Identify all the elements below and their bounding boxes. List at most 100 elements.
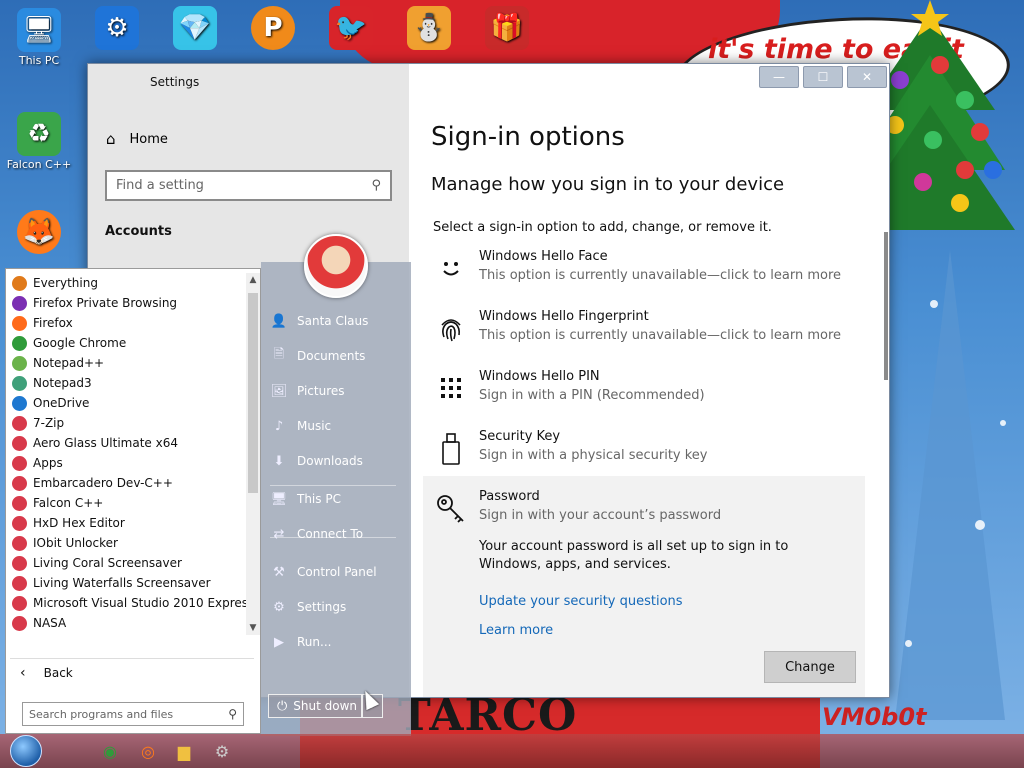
learn-more-link[interactable]: Learn more xyxy=(479,623,553,638)
taskbar: ◉ ◎ ▆ ⚙ xyxy=(0,734,1024,768)
start-link-1[interactable]: 🗎 Documents xyxy=(270,347,366,365)
chevron-left-icon: ‹ xyxy=(20,665,26,681)
update-security-questions-link[interactable]: Update your security questions xyxy=(479,594,683,609)
change-button[interactable]: Change xyxy=(764,651,856,683)
program-label: Living Waterfalls Screensaver xyxy=(33,576,211,590)
gear-icon: ⚙ xyxy=(273,599,285,615)
fingerprint-icon xyxy=(435,313,467,345)
user-avatar[interactable] xyxy=(304,234,368,298)
desktop-icon-settings[interactable]: ⚙ xyxy=(80,6,154,52)
nav-home[interactable]: ⌂ Home xyxy=(106,130,168,148)
program-item[interactable]: OneDrive xyxy=(12,393,244,413)
snowflake xyxy=(930,300,938,308)
start-link-9[interactable]: ▶ Run... xyxy=(270,633,331,651)
program-item[interactable]: Notepad++ xyxy=(12,353,244,373)
program-list-scrollbar[interactable]: ▲ ▼ xyxy=(246,273,260,635)
app-icon xyxy=(12,495,27,511)
option-title: Windows Hello PIN xyxy=(479,369,600,384)
program-item[interactable]: IObit Unlocker xyxy=(12,533,244,553)
program-item[interactable]: Falcon C++ xyxy=(12,493,244,513)
option-hello-fingerprint[interactable]: Windows Hello Fingerprint This option is… xyxy=(431,309,871,361)
start-link-7[interactable]: ⚒ Control Panel xyxy=(270,563,376,581)
user-icon: 👤 xyxy=(270,313,288,329)
find-setting-input[interactable]: Find a setting ⚲ xyxy=(105,170,392,201)
app-icon xyxy=(12,455,27,471)
option-password-panel[interactable]: Password Sign in with your account’s pas… xyxy=(423,476,865,697)
search-programs-input[interactable]: Search programs and files ⚲ xyxy=(22,702,244,726)
program-item[interactable]: HxD Hex Editor xyxy=(12,513,244,533)
scroll-thumb[interactable] xyxy=(248,293,258,493)
start-link-label: Pictures xyxy=(297,384,345,398)
program-label: Microsoft Visual Studio 2010 Express xyxy=(33,596,255,610)
app-icon xyxy=(12,555,27,571)
settings-taskbar-icon[interactable]: ⚙ xyxy=(210,739,234,763)
desktop-icon-firefox[interactable]: 🦊 xyxy=(2,210,76,256)
option-title: Password xyxy=(479,489,540,504)
app-icon xyxy=(12,575,27,591)
section-label: Accounts xyxy=(105,224,172,239)
close-button[interactable]: ✕ xyxy=(847,66,887,88)
start-link-5[interactable]: 🖥 This PC xyxy=(270,490,341,508)
start-link-4[interactable]: ⬇ Downloads xyxy=(270,452,363,470)
desktop-icon-pegging[interactable]: P xyxy=(236,6,310,52)
minimize-button[interactable]: — xyxy=(759,66,799,88)
program-item[interactable]: 7-Zip xyxy=(12,413,244,433)
desktop-icon-diamond[interactable]: 💎 xyxy=(158,6,232,52)
program-item[interactable]: Microsoft Visual Studio 2010 Express xyxy=(12,593,254,613)
program-item[interactable]: Apps xyxy=(12,453,244,473)
snowflake xyxy=(1000,420,1006,426)
program-list: Everything Firefox Private Browsing Firefo… xyxy=(12,273,254,633)
program-item[interactable]: Firefox xyxy=(12,313,244,333)
program-item[interactable]: Living Waterfalls Screensaver xyxy=(12,573,244,593)
app-icon xyxy=(12,615,27,631)
downloads-icon: ⬇ xyxy=(273,453,285,469)
program-item[interactable]: Embarcadero Dev-C++ xyxy=(12,473,244,493)
file-explorer-icon[interactable]: ▆ xyxy=(172,739,196,763)
content-scrollbar[interactable] xyxy=(884,232,888,380)
option-password[interactable]: Password Sign in with your account’s pas… xyxy=(431,489,871,533)
desktop-icon-snowman[interactable]: ⛄ xyxy=(392,6,466,52)
program-item[interactable]: Notepad3 xyxy=(12,373,244,393)
start-link-8[interactable]: ⚙ Settings xyxy=(270,598,346,616)
scroll-up-icon[interactable]: ▲ xyxy=(246,273,260,287)
option-security-key[interactable]: Security Key Sign in with a physical sec… xyxy=(431,429,871,481)
program-label: Firefox Private Browsing xyxy=(33,296,178,310)
start-link-6[interactable]: ⇄ Connect To xyxy=(270,525,364,543)
program-item[interactable]: Aero Glass Ultimate x64 xyxy=(12,433,244,453)
page-subtitle: Manage how you sign in to your device xyxy=(431,174,785,195)
app-icon xyxy=(12,335,27,351)
back-label: Back xyxy=(43,666,73,680)
scroll-down-icon[interactable]: ▼ xyxy=(246,621,260,635)
maximize-button[interactable]: ☐ xyxy=(803,66,843,88)
desktop-icon-extras[interactable]: 🎁 xyxy=(470,6,544,52)
program-item[interactable]: Firefox Private Browsing xyxy=(12,293,244,313)
program-item[interactable]: Everything xyxy=(12,273,244,293)
app-icon xyxy=(12,475,27,491)
program-item[interactable]: Google Chrome xyxy=(12,333,244,353)
start-menu: Everything Firefox Private Browsing Firefo… xyxy=(5,234,411,736)
desktop-icon-falcon[interactable]: ♻ Falcon C++ xyxy=(2,112,76,171)
shutdown-button[interactable]: ⏻ Shut down xyxy=(268,694,362,718)
connect-icon: ⇄ xyxy=(273,526,285,542)
desktop-icon-youtube[interactable]: 🐦 xyxy=(314,6,388,52)
firefox-icon[interactable]: ◎ xyxy=(136,739,160,763)
p-logo-icon: P xyxy=(251,6,295,50)
start-link-label: Music xyxy=(297,419,332,433)
program-label: OneDrive xyxy=(33,396,90,410)
start-link-0[interactable]: 👤 Santa Claus xyxy=(270,312,368,330)
option-hello-pin[interactable]: Windows Hello PIN Sign in with a PIN (Re… xyxy=(431,369,871,421)
option-hello-face[interactable]: Windows Hello Face This option is curren… xyxy=(431,249,871,301)
computer-icon: 🖥 xyxy=(270,491,288,507)
program-item[interactable]: NASA xyxy=(12,613,244,633)
settings-content-pane: Sign-in options Manage how you sign in t… xyxy=(409,64,889,697)
start-button[interactable] xyxy=(10,735,42,767)
start-link-3[interactable]: ♪ Music xyxy=(270,417,331,435)
program-label: Notepad3 xyxy=(33,376,92,390)
chrome-icon[interactable]: ◉ xyxy=(98,739,122,763)
power-icon: ⏻ xyxy=(277,698,288,714)
program-item[interactable]: Living Coral Screensaver xyxy=(12,553,244,573)
back-button[interactable]: ‹ Back xyxy=(20,665,73,681)
start-link-2[interactable]: 🖼 Pictures xyxy=(270,382,345,400)
program-label: Google Chrome xyxy=(33,336,127,350)
desktop-icon-this-pc[interactable]: 🖥 This PC xyxy=(2,8,76,67)
